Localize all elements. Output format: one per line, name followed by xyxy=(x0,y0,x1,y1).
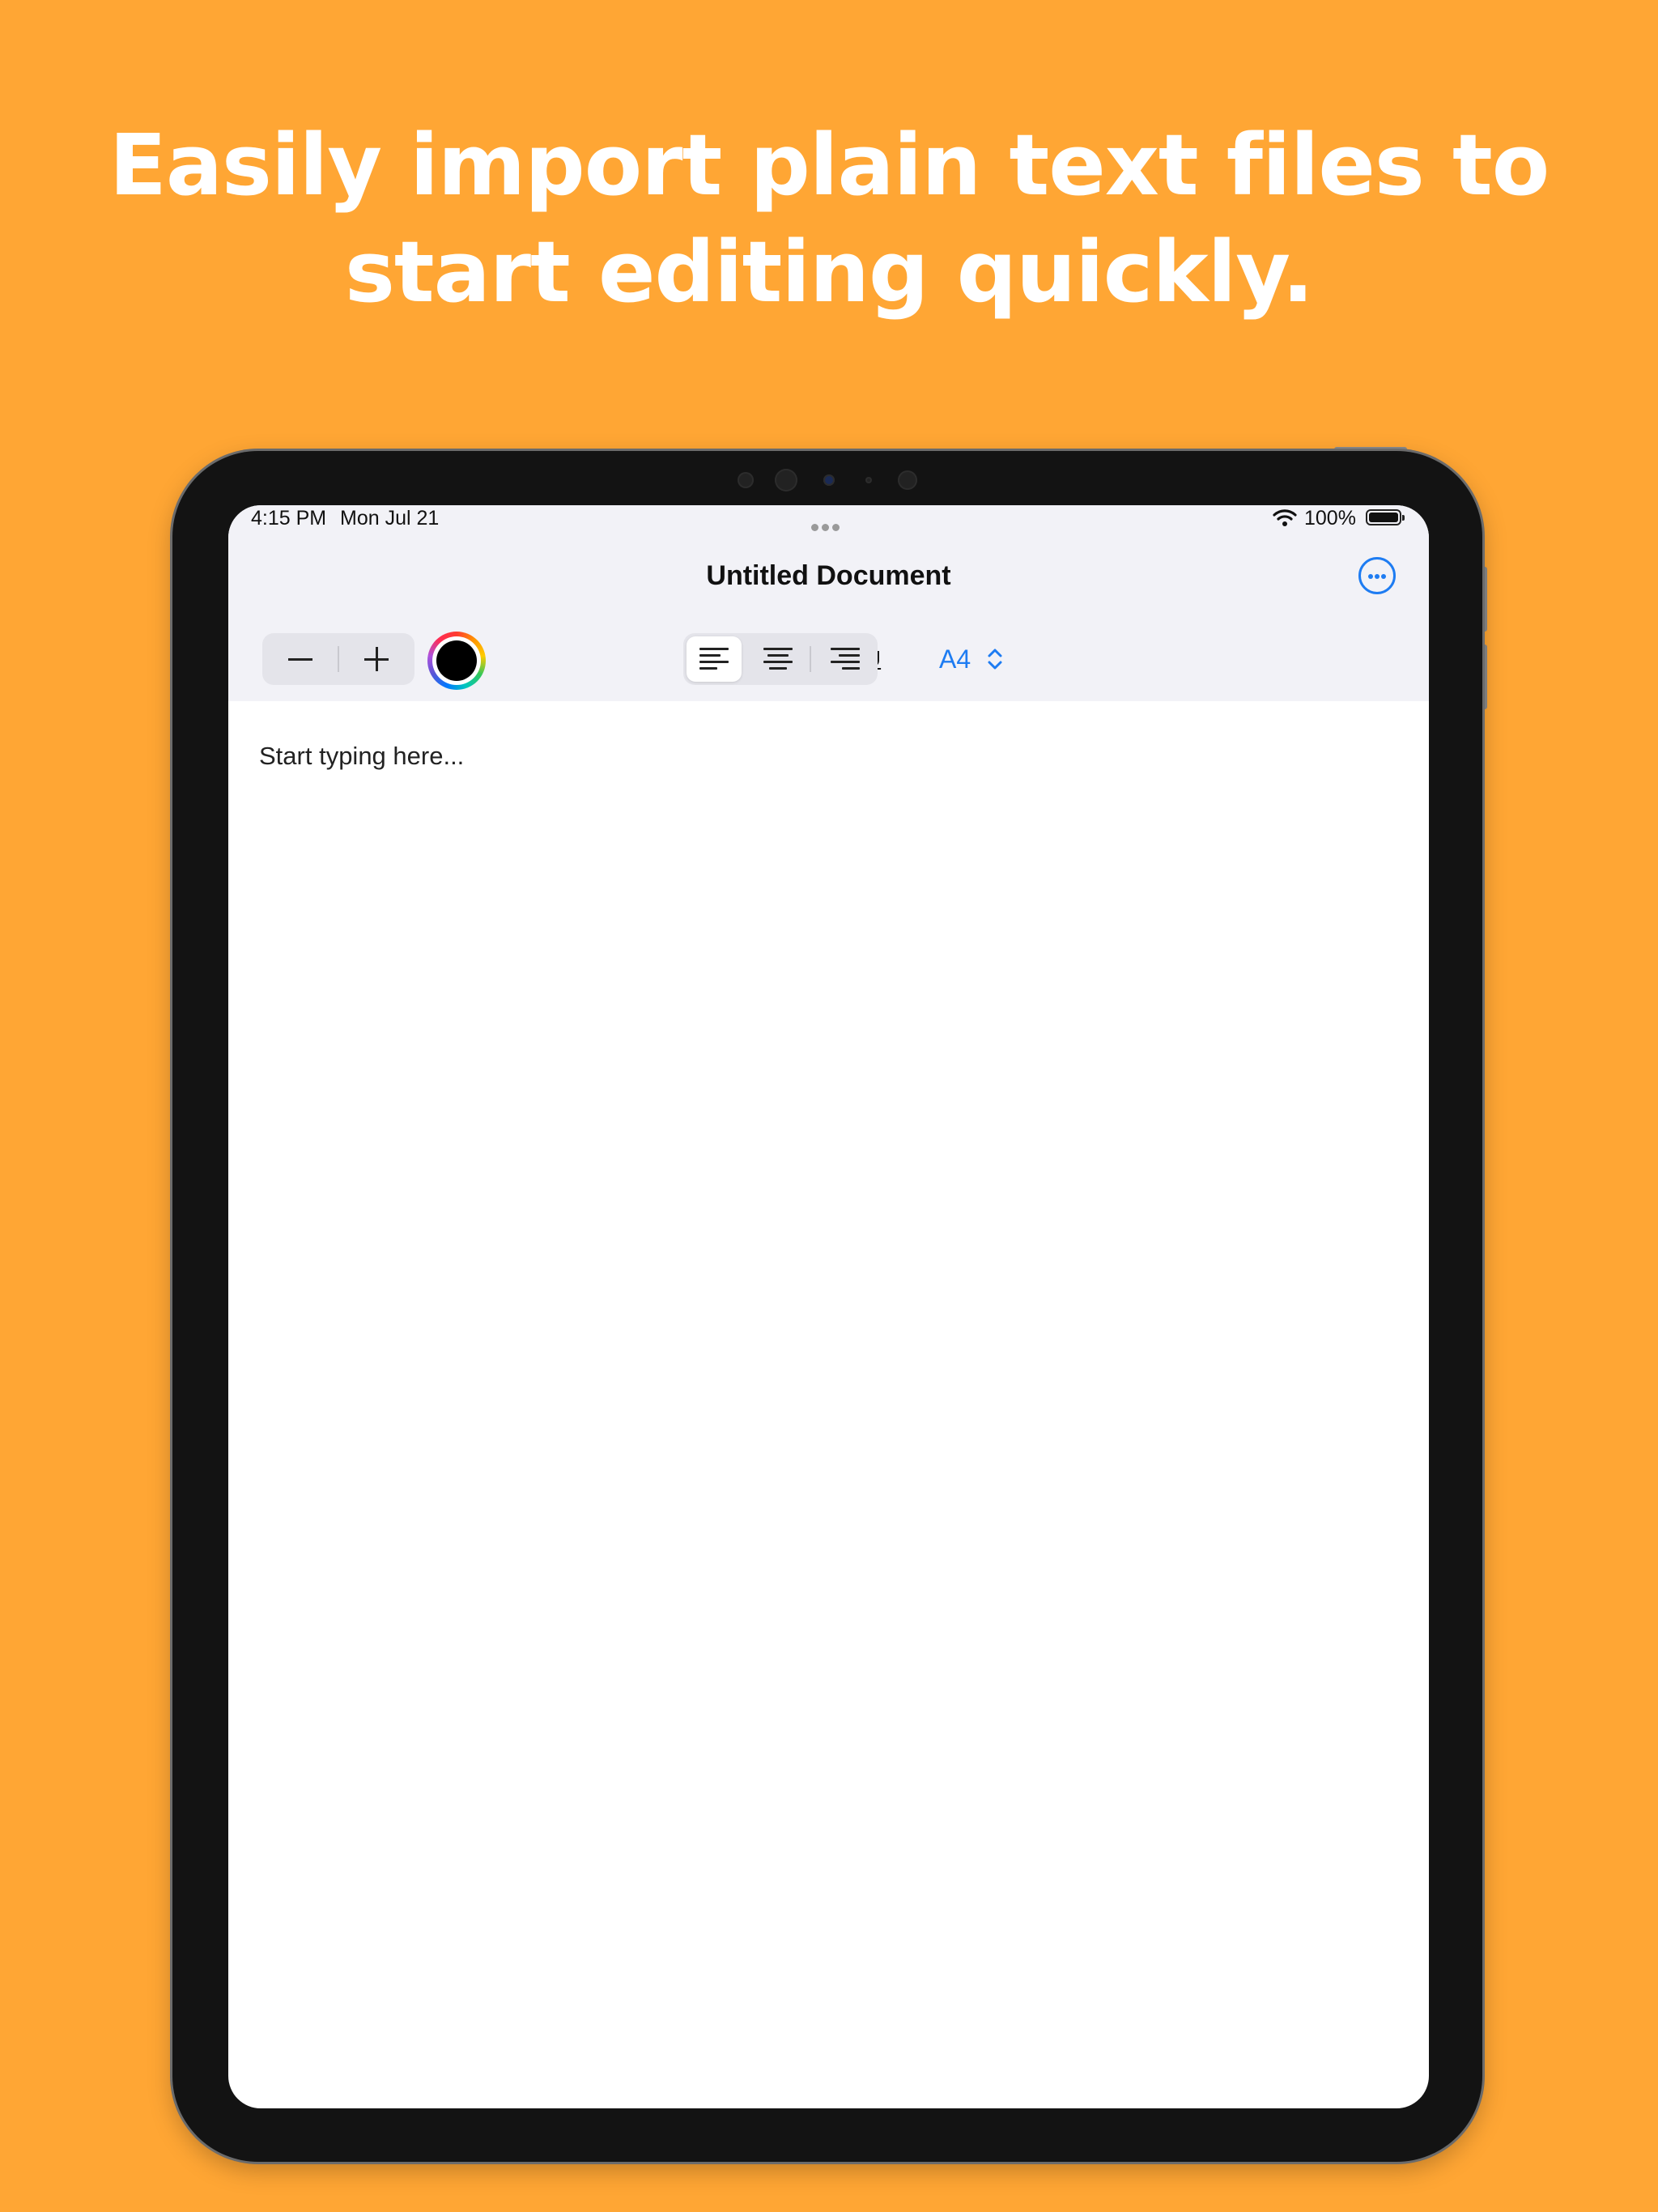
page-size-picker[interactable]: A4 xyxy=(933,633,1014,685)
battery-percent: 100% xyxy=(1304,507,1356,530)
text-color-swatch xyxy=(436,640,477,681)
multitasking-dots-icon[interactable] xyxy=(810,513,841,537)
formatting-toolbar: B I U xyxy=(228,632,1429,690)
headline-line-1: Easily import plain text files to xyxy=(108,116,1550,215)
camera-indicator-icon xyxy=(823,474,835,486)
chevron-up-down-icon xyxy=(986,646,1004,672)
battery-icon xyxy=(1366,509,1405,525)
status-time: 4:15 PM xyxy=(251,507,327,530)
plus-icon xyxy=(376,647,378,671)
page-size-label: A4 xyxy=(939,644,971,674)
camera-bar xyxy=(172,467,1482,493)
sensor-icon xyxy=(738,472,754,488)
app-chrome: 4:15 PM Mon Jul 21 100% Untitled Documen… xyxy=(228,505,1429,701)
minus-icon xyxy=(288,658,312,661)
status-date: Mon Jul 21 xyxy=(340,507,440,530)
align-center-button[interactable] xyxy=(746,633,810,685)
app-screen: 4:15 PM Mon Jul 21 100% Untitled Documen… xyxy=(228,505,1429,2108)
ellipsis-icon xyxy=(1368,574,1373,579)
battery-tip xyxy=(1402,515,1405,521)
headline: Easily import plain text files to start … xyxy=(0,112,1658,325)
increase-font-size-button[interactable] xyxy=(339,633,414,685)
alignment-segmented-control xyxy=(683,633,878,685)
text-color-picker[interactable] xyxy=(427,632,486,690)
wifi-icon xyxy=(1273,508,1297,532)
more-options-button[interactable] xyxy=(1358,557,1396,594)
status-bar: 4:15 PM Mon Jul 21 100% xyxy=(228,505,1429,532)
headline-line-2: start editing quickly. xyxy=(344,223,1314,321)
editor-placeholder[interactable]: Start typing here... xyxy=(259,742,464,771)
ellipsis-icon xyxy=(1381,574,1386,579)
decrease-font-size-button[interactable] xyxy=(262,633,338,685)
align-left-button[interactable] xyxy=(683,633,746,685)
sensor-icon xyxy=(898,470,917,490)
sensor-icon xyxy=(865,477,872,483)
battery-fill xyxy=(1369,513,1398,522)
ellipsis-icon xyxy=(1375,574,1380,579)
front-camera-icon xyxy=(775,469,797,491)
align-right-button[interactable] xyxy=(811,633,878,685)
align-left-icon xyxy=(699,648,729,670)
align-right-icon xyxy=(831,648,860,670)
font-size-stepper xyxy=(262,633,414,685)
document-title[interactable]: Untitled Document xyxy=(228,560,1429,592)
align-center-icon xyxy=(763,648,793,670)
